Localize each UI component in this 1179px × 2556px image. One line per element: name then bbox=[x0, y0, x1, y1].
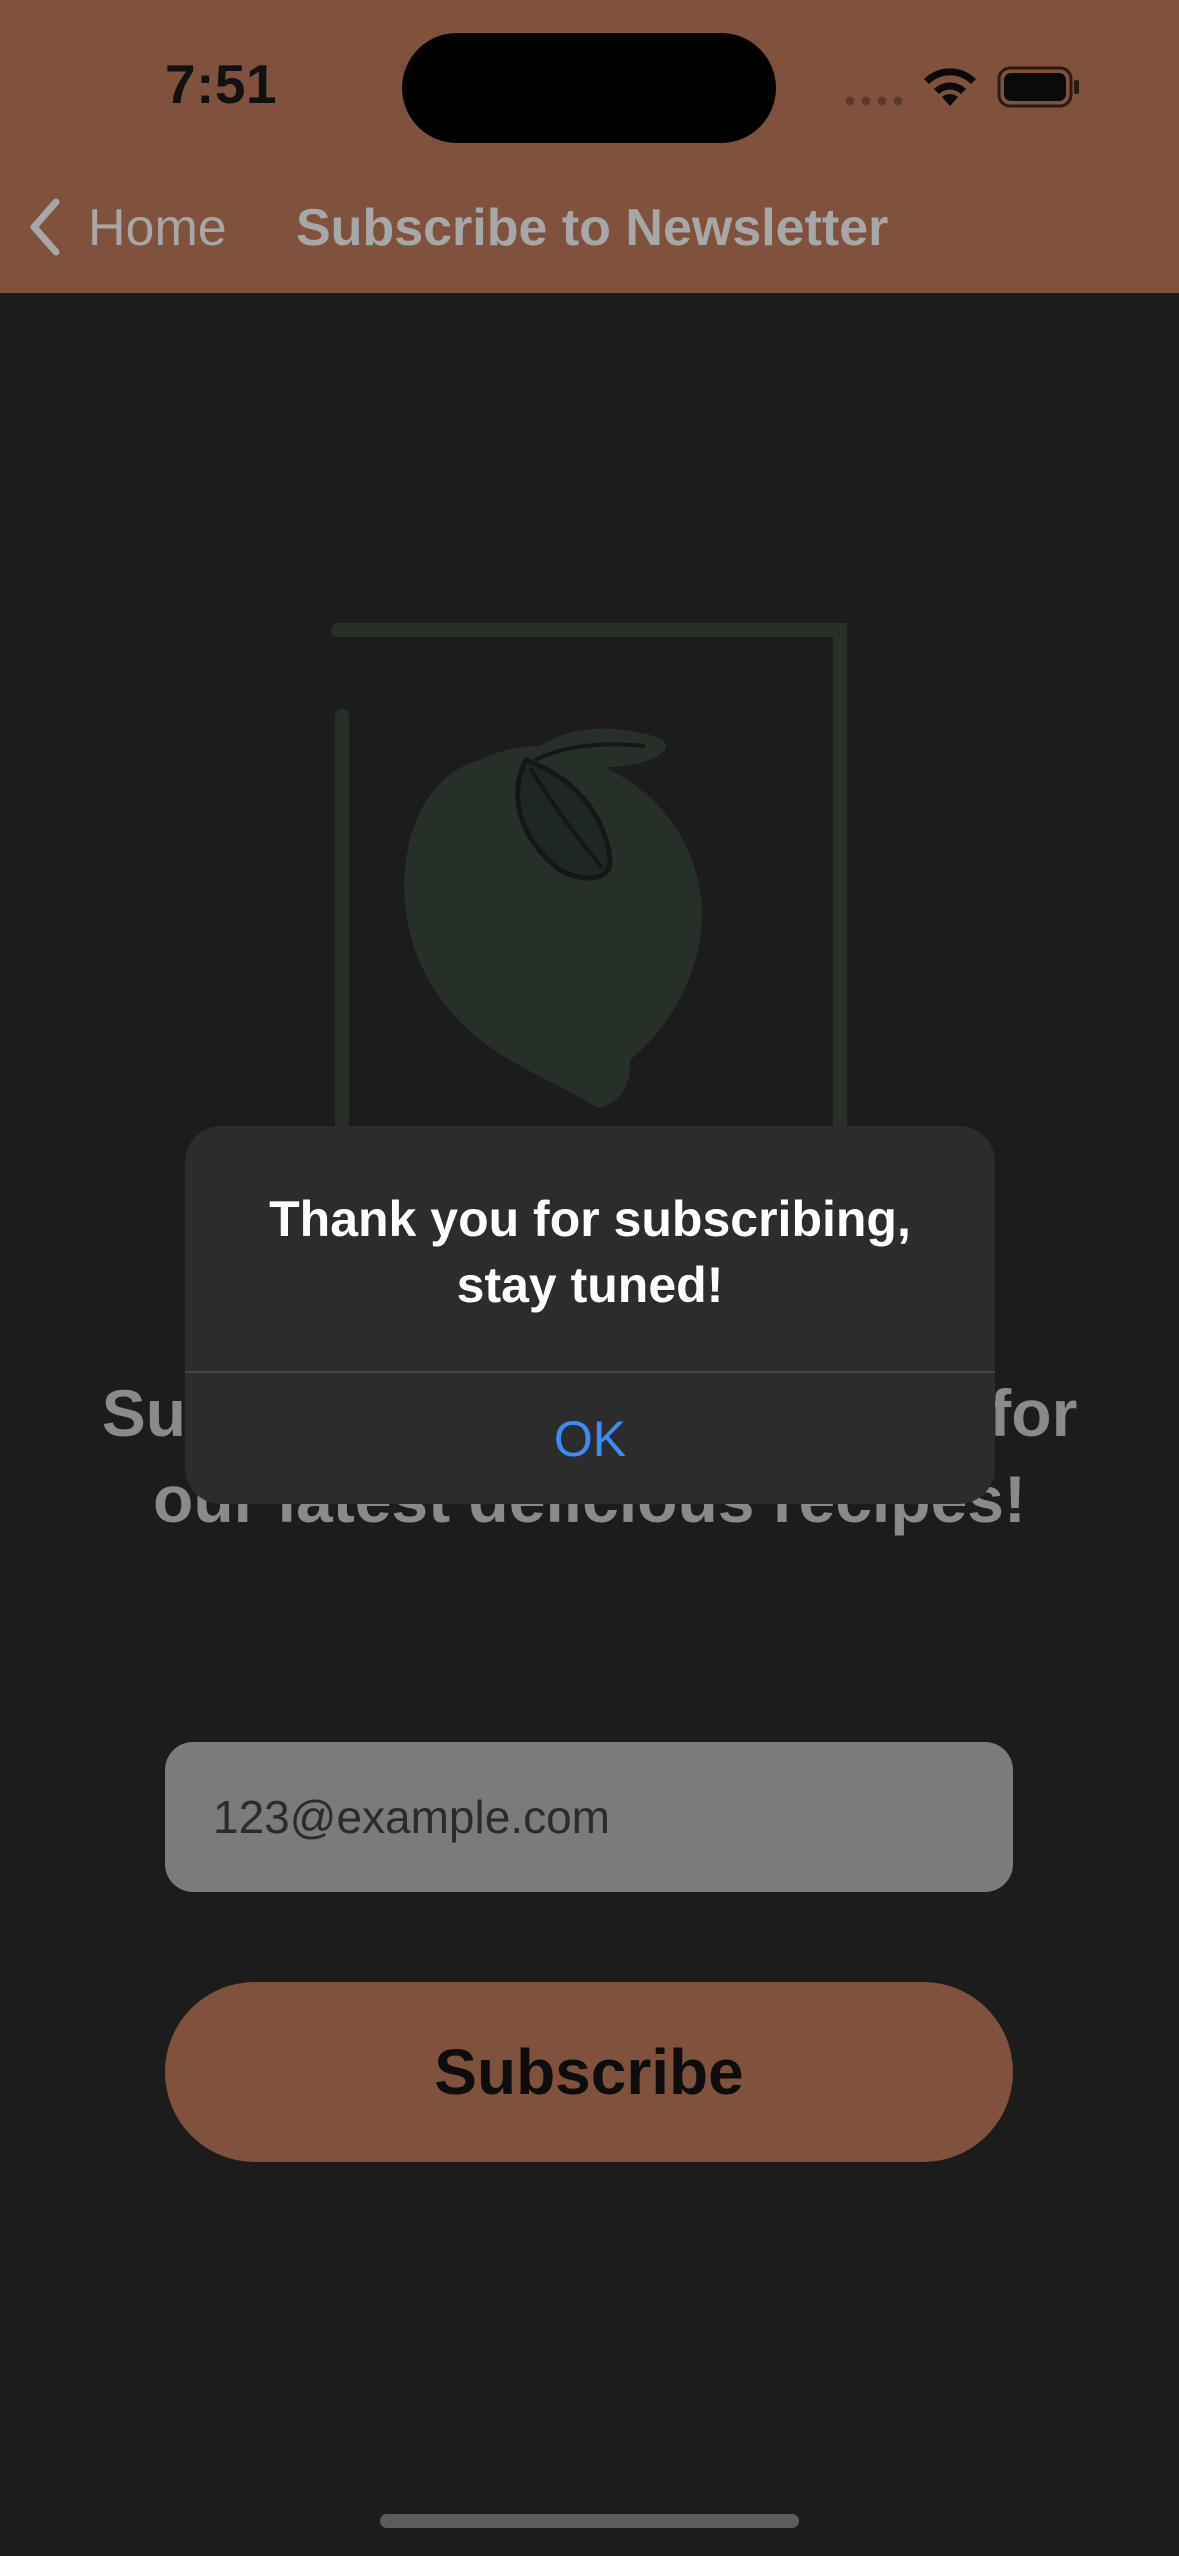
dynamic-island bbox=[402, 33, 776, 143]
wifi-icon bbox=[924, 68, 976, 106]
email-field[interactable]: 123@example.com bbox=[165, 1742, 1013, 1892]
battery-icon bbox=[997, 66, 1079, 108]
lemon-illustration bbox=[331, 623, 847, 1140]
back-button-label[interactable]: Home bbox=[88, 198, 227, 258]
page-title: Subscribe to Newsletter bbox=[296, 199, 889, 257]
status-time: 7:51 bbox=[165, 53, 278, 115]
alert-message: Thank you for subscribing, stay tuned! bbox=[269, 1191, 911, 1313]
alert-ok-button[interactable]: OK bbox=[185, 1373, 995, 1504]
cellular-signal-icon bbox=[845, 96, 903, 106]
navigation-header: 7:51 Home Subscribe to Newsletter bbox=[0, 0, 1179, 293]
subscription-alert: Thank you for subscribing, stay tuned! O… bbox=[185, 1126, 995, 1504]
chevron-left-icon[interactable] bbox=[26, 198, 62, 256]
home-indicator[interactable] bbox=[380, 2514, 799, 2528]
subscribe-button[interactable]: Subscribe bbox=[165, 1982, 1013, 2162]
